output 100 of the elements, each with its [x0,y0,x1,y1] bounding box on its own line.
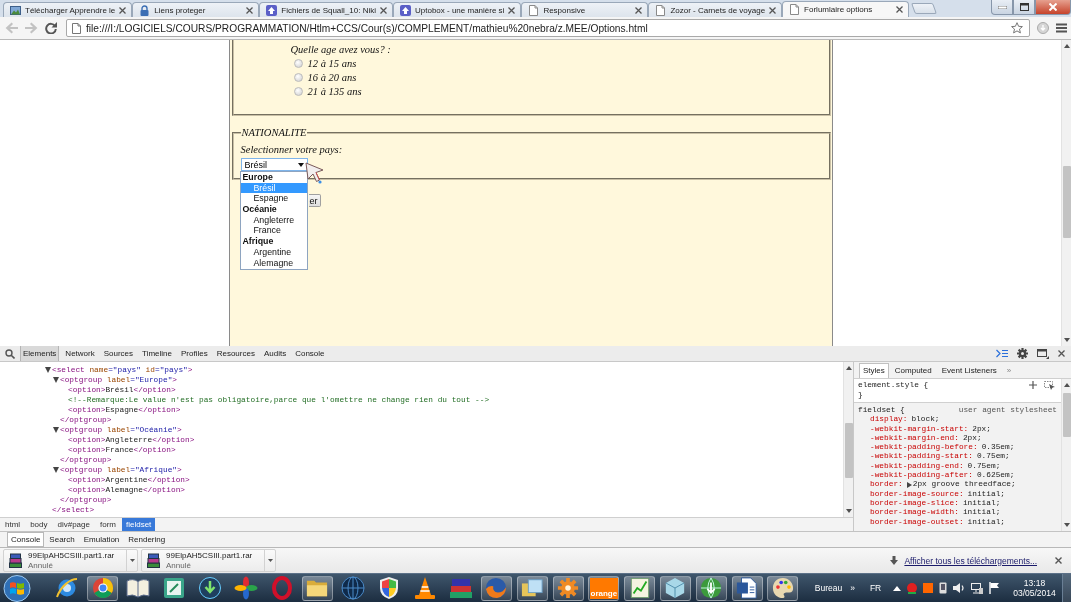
close-icon[interactable] [635,6,643,14]
breadcrumb[interactable]: div#page [53,518,94,531]
folders-icon[interactable] [521,577,544,599]
browser-tab[interactable]: Liens proteger [132,2,260,17]
close-icon[interactable] [896,6,904,13]
caret-icon[interactable] [267,559,273,562]
console-drawer-icon[interactable] [996,349,1008,358]
devtools-tab[interactable]: Profiles [178,346,211,361]
devtools-tab[interactable]: Console [292,346,328,361]
browser-tab[interactable]: Forlumlaire options [782,1,910,17]
scrollbar[interactable] [1061,379,1071,531]
browser-icon[interactable] [485,577,508,599]
document-icon[interactable] [736,577,759,599]
submit-button[interactable]: er [308,194,321,207]
browser-tab[interactable]: Responsive [521,2,649,17]
arrow-up-icon[interactable] [1063,383,1070,387]
tray-app-icon[interactable] [907,582,918,594]
download-icon[interactable] [198,576,223,600]
settings-icon[interactable] [1017,348,1028,359]
styles-tab[interactable]: Computed [890,363,936,378]
breadcrumb[interactable]: body [26,518,52,531]
close-icon[interactable] [380,6,387,14]
maximize-button[interactable] [1013,0,1035,15]
toolbar-more-button[interactable]: » [850,583,855,593]
more-tabs-button[interactable]: » [1002,364,1016,378]
styles-tab[interactable]: Event Listeners [937,363,1001,378]
pointer-box-icon[interactable] [1044,380,1055,390]
country-select[interactable]: Brésil [240,158,308,171]
radio-button[interactable] [293,86,303,96]
close-icon[interactable] [1058,350,1065,357]
book-icon[interactable] [126,576,151,600]
gear-icon[interactable] [557,577,580,599]
cone-icon[interactable] [412,576,437,600]
search-icon[interactable] [5,348,15,359]
language-indicator[interactable]: FR [869,583,882,593]
dropdown-option[interactable]: Argentine [240,246,307,258]
palette-icon[interactable] [771,577,794,599]
arrow-down-icon[interactable] [1063,338,1070,342]
collapse-triangle-icon[interactable] [53,467,59,473]
download-item[interactable]: 99ElpAH5CSIII.part1.rar Annulé [3,549,138,572]
collapse-triangle-icon[interactable] [53,377,59,383]
radio-button[interactable] [293,72,303,82]
close-icon[interactable] [508,6,516,14]
star-icon[interactable] [1011,22,1023,34]
orbit-globe-icon[interactable] [54,576,79,600]
toolbar-label[interactable]: Bureau [814,583,843,593]
cube-icon[interactable] [664,577,687,599]
arrow-up-icon[interactable] [1063,44,1070,48]
close-icon[interactable] [769,6,777,14]
network-icon[interactable] [971,582,984,594]
expand-triangle-icon[interactable] [906,482,912,488]
styles-tab[interactable]: Styles [859,363,889,378]
flag-icon[interactable] [989,582,1000,594]
scrollbar[interactable] [1061,40,1071,346]
start-orb-icon[interactable] [3,574,31,602]
browser-tab[interactable]: Télécharger Apprendre le [3,2,133,17]
dock-icon[interactable] [1037,348,1049,359]
plus-icon[interactable] [1029,381,1037,389]
globe-icon[interactable] [341,576,366,600]
dropdown-option[interactable]: Alemagne [240,257,307,269]
devtools-tab[interactable]: Audits [260,346,290,361]
browser-icon[interactable] [91,577,114,599]
tray-app-icon[interactable] [923,583,934,593]
arrow-down-icon[interactable] [845,509,852,513]
chart-icon[interactable] [628,577,651,599]
drawer-tab[interactable]: Search [45,532,79,547]
close-icon[interactable] [1055,557,1062,564]
collapse-triangle-icon[interactable] [53,427,59,433]
dropdown-option[interactable]: Espagne [240,193,307,205]
breadcrumb[interactable]: fieldset [121,518,156,531]
arrow-down-icon[interactable] [1063,523,1070,527]
close-button[interactable] [1035,0,1071,15]
books-icon[interactable] [448,576,473,600]
dropdown-option[interactable]: France [240,225,307,237]
scrollbar-thumb[interactable] [1062,393,1071,437]
device-icon[interactable] [939,582,948,594]
devtools-tab[interactable]: Resources [213,346,258,361]
download-globe-icon[interactable] [700,577,723,599]
download-item[interactable]: 99ElpAH5CSIII.part1.rar Annulé [141,549,276,572]
speaker-icon[interactable] [953,582,966,594]
chevron-up-icon[interactable] [893,585,902,591]
pinwheel-icon[interactable] [233,576,258,600]
breadcrumb[interactable]: html [1,518,25,531]
devtools-tab[interactable]: Sources [100,346,137,361]
browser-tab[interactable]: Zozor - Carnets de voyage [648,2,783,17]
scrollbar[interactable] [843,362,853,517]
show-all-downloads-link[interactable]: Afficher tous les téléchargements... [904,555,1037,566]
devtools-tab[interactable]: Timeline [139,346,175,361]
ring-icon[interactable] [269,576,294,600]
browser-tab[interactable]: Uptobox - une manière si [393,2,522,17]
dropdown-option[interactable]: Angleterre [240,214,307,226]
arrow-up-icon[interactable] [845,366,852,370]
notepad-icon[interactable] [162,576,187,600]
drawer-tab[interactable]: Console [7,532,45,547]
menu-icon[interactable] [1056,23,1067,33]
scrollbar-thumb[interactable] [844,423,853,478]
radio-button[interactable] [293,58,303,68]
breadcrumb[interactable]: form [95,518,120,531]
devtools-tab[interactable]: Elements [20,346,60,361]
scrollbar-thumb[interactable] [1062,166,1071,238]
